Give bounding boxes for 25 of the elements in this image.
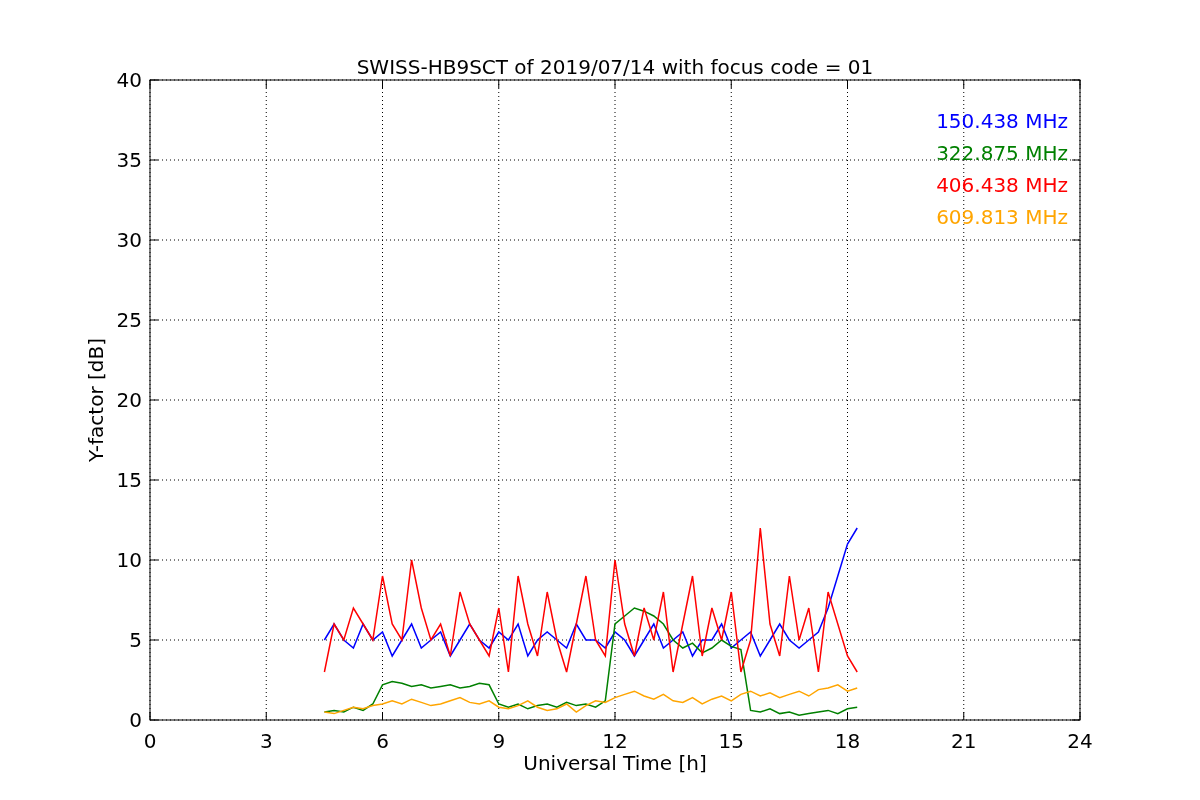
x-axis-label: Universal Time [h]: [523, 751, 707, 775]
x-tick-label: 15: [718, 729, 744, 753]
y-tick-label: 10: [116, 548, 142, 572]
y-tick-label: 0: [129, 708, 142, 732]
x-tick-label: 9: [492, 729, 506, 753]
chart-title: SWISS-HB9SCT of 2019/07/14 with focus code = 01: [356, 55, 874, 79]
legend-label: 150.438 MHz: [936, 109, 1068, 133]
y-tick-label: 20: [116, 388, 142, 412]
y-tick-label: 35: [116, 148, 142, 172]
y-tick-label: 15: [116, 468, 142, 492]
x-tick-label: 12: [602, 729, 628, 753]
y-tick-label: 25: [116, 308, 142, 332]
x-tick-label: 21: [951, 729, 977, 753]
x-tick-label: 18: [834, 729, 861, 753]
x-tick-label: 6: [376, 729, 389, 753]
y-axis-label: Y-factor [dB]: [84, 338, 108, 462]
x-tick-label: 24: [1067, 729, 1093, 753]
x-tick-label: 0: [143, 729, 157, 753]
legend-label: 406.438 MHz: [936, 173, 1068, 197]
legend-label: 609.813 MHz: [936, 205, 1068, 229]
x-tick-label: 3: [259, 729, 273, 753]
legend-label: 322.875 MHz: [936, 141, 1068, 165]
y-tick-label: 40: [116, 68, 142, 92]
y-tick-label: 5: [129, 628, 142, 652]
y-tick-label: 30: [116, 228, 142, 252]
